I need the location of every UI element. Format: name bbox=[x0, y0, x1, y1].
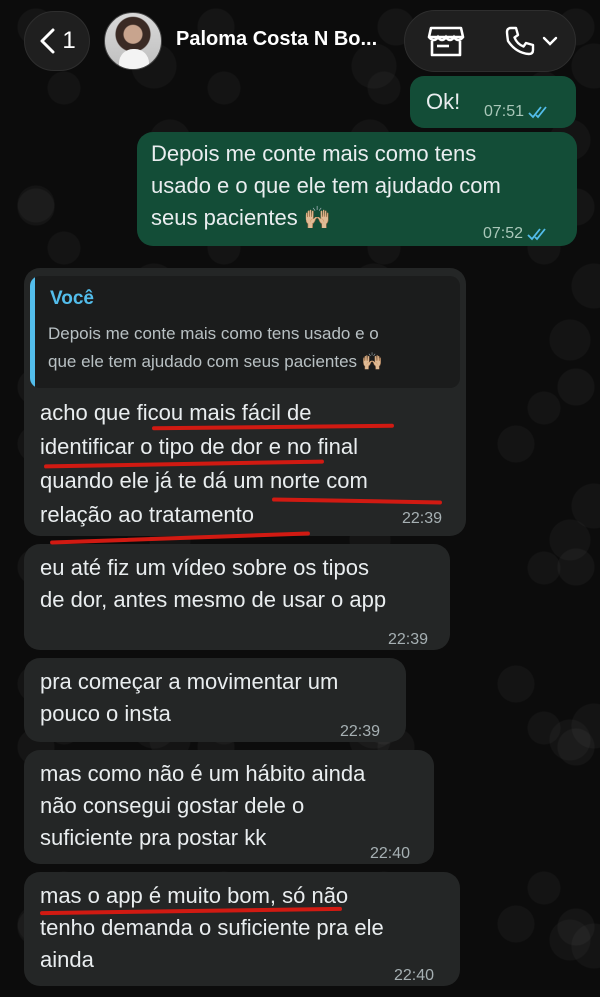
message-incoming[interactable]: mas o app é muito bom, só não tenho dema… bbox=[24, 872, 460, 986]
message-text: Ok! bbox=[426, 89, 461, 114]
reply-quote[interactable]: Você Depois me conte mais como tens usad… bbox=[30, 276, 460, 388]
chevron-down-icon bbox=[542, 36, 558, 46]
avatar[interactable] bbox=[104, 12, 162, 70]
read-ticks-icon bbox=[528, 106, 547, 119]
message-outgoing[interactable]: Depois me conte mais como tens usado e o… bbox=[137, 132, 577, 246]
message-time: 22:40 bbox=[370, 845, 411, 862]
message-text: eu até fiz um vídeo sobre os tipos de do… bbox=[40, 555, 387, 612]
read-ticks-icon bbox=[527, 228, 546, 241]
message-meta: 22:39 bbox=[402, 510, 442, 528]
message-time: 22:39 bbox=[402, 510, 443, 527]
message-incoming[interactable]: pra começar a movimentar um pouco o inst… bbox=[24, 658, 406, 742]
message-incoming[interactable]: eu até fiz um vídeo sobre os tipos de do… bbox=[24, 544, 450, 650]
store-icon bbox=[427, 26, 465, 57]
message-time: 22:40 bbox=[394, 967, 435, 984]
header-actions bbox=[404, 10, 576, 72]
unread-count: 1 bbox=[62, 27, 76, 54]
quote-text: Depois me conte mais como tens usado e o… bbox=[48, 324, 383, 371]
message-time: 22:39 bbox=[388, 631, 429, 648]
message-time: 07:52 bbox=[483, 225, 524, 242]
voice-call-button[interactable] bbox=[487, 11, 575, 71]
message-meta: 22:40 bbox=[370, 838, 410, 870]
contact-name[interactable]: Paloma Costa N Bo... bbox=[176, 28, 377, 51]
message-text: pra começar a movimentar um pouco o inst… bbox=[40, 669, 339, 726]
quote-accent-bar bbox=[30, 276, 35, 388]
message-incoming[interactable]: mas como não é um hábito ainda não conse… bbox=[24, 750, 434, 864]
message-meta: 07:51 bbox=[484, 96, 552, 128]
message-time: 07:51 bbox=[484, 103, 525, 120]
message-meta: 22:39 bbox=[340, 716, 380, 748]
message-text: mas o app é muito bom, só não tenho dema… bbox=[40, 883, 384, 972]
message-meta: 07:52 bbox=[483, 218, 551, 250]
message-text: Depois me conte mais como tens usado e o… bbox=[151, 141, 501, 230]
chevron-left-icon bbox=[40, 28, 55, 54]
chat-header: 1 Paloma Costa N Bo... bbox=[0, 0, 600, 86]
quote-author: Você bbox=[50, 288, 95, 309]
message-meta: 22:39 bbox=[388, 624, 428, 656]
message-time: 22:39 bbox=[340, 723, 381, 740]
back-button[interactable]: 1 bbox=[24, 11, 90, 71]
message-text: mas como não é um hábito ainda não conse… bbox=[40, 761, 366, 850]
phone-icon bbox=[505, 26, 535, 56]
message-meta: 22:40 bbox=[394, 960, 434, 992]
business-store-button[interactable] bbox=[405, 11, 487, 71]
